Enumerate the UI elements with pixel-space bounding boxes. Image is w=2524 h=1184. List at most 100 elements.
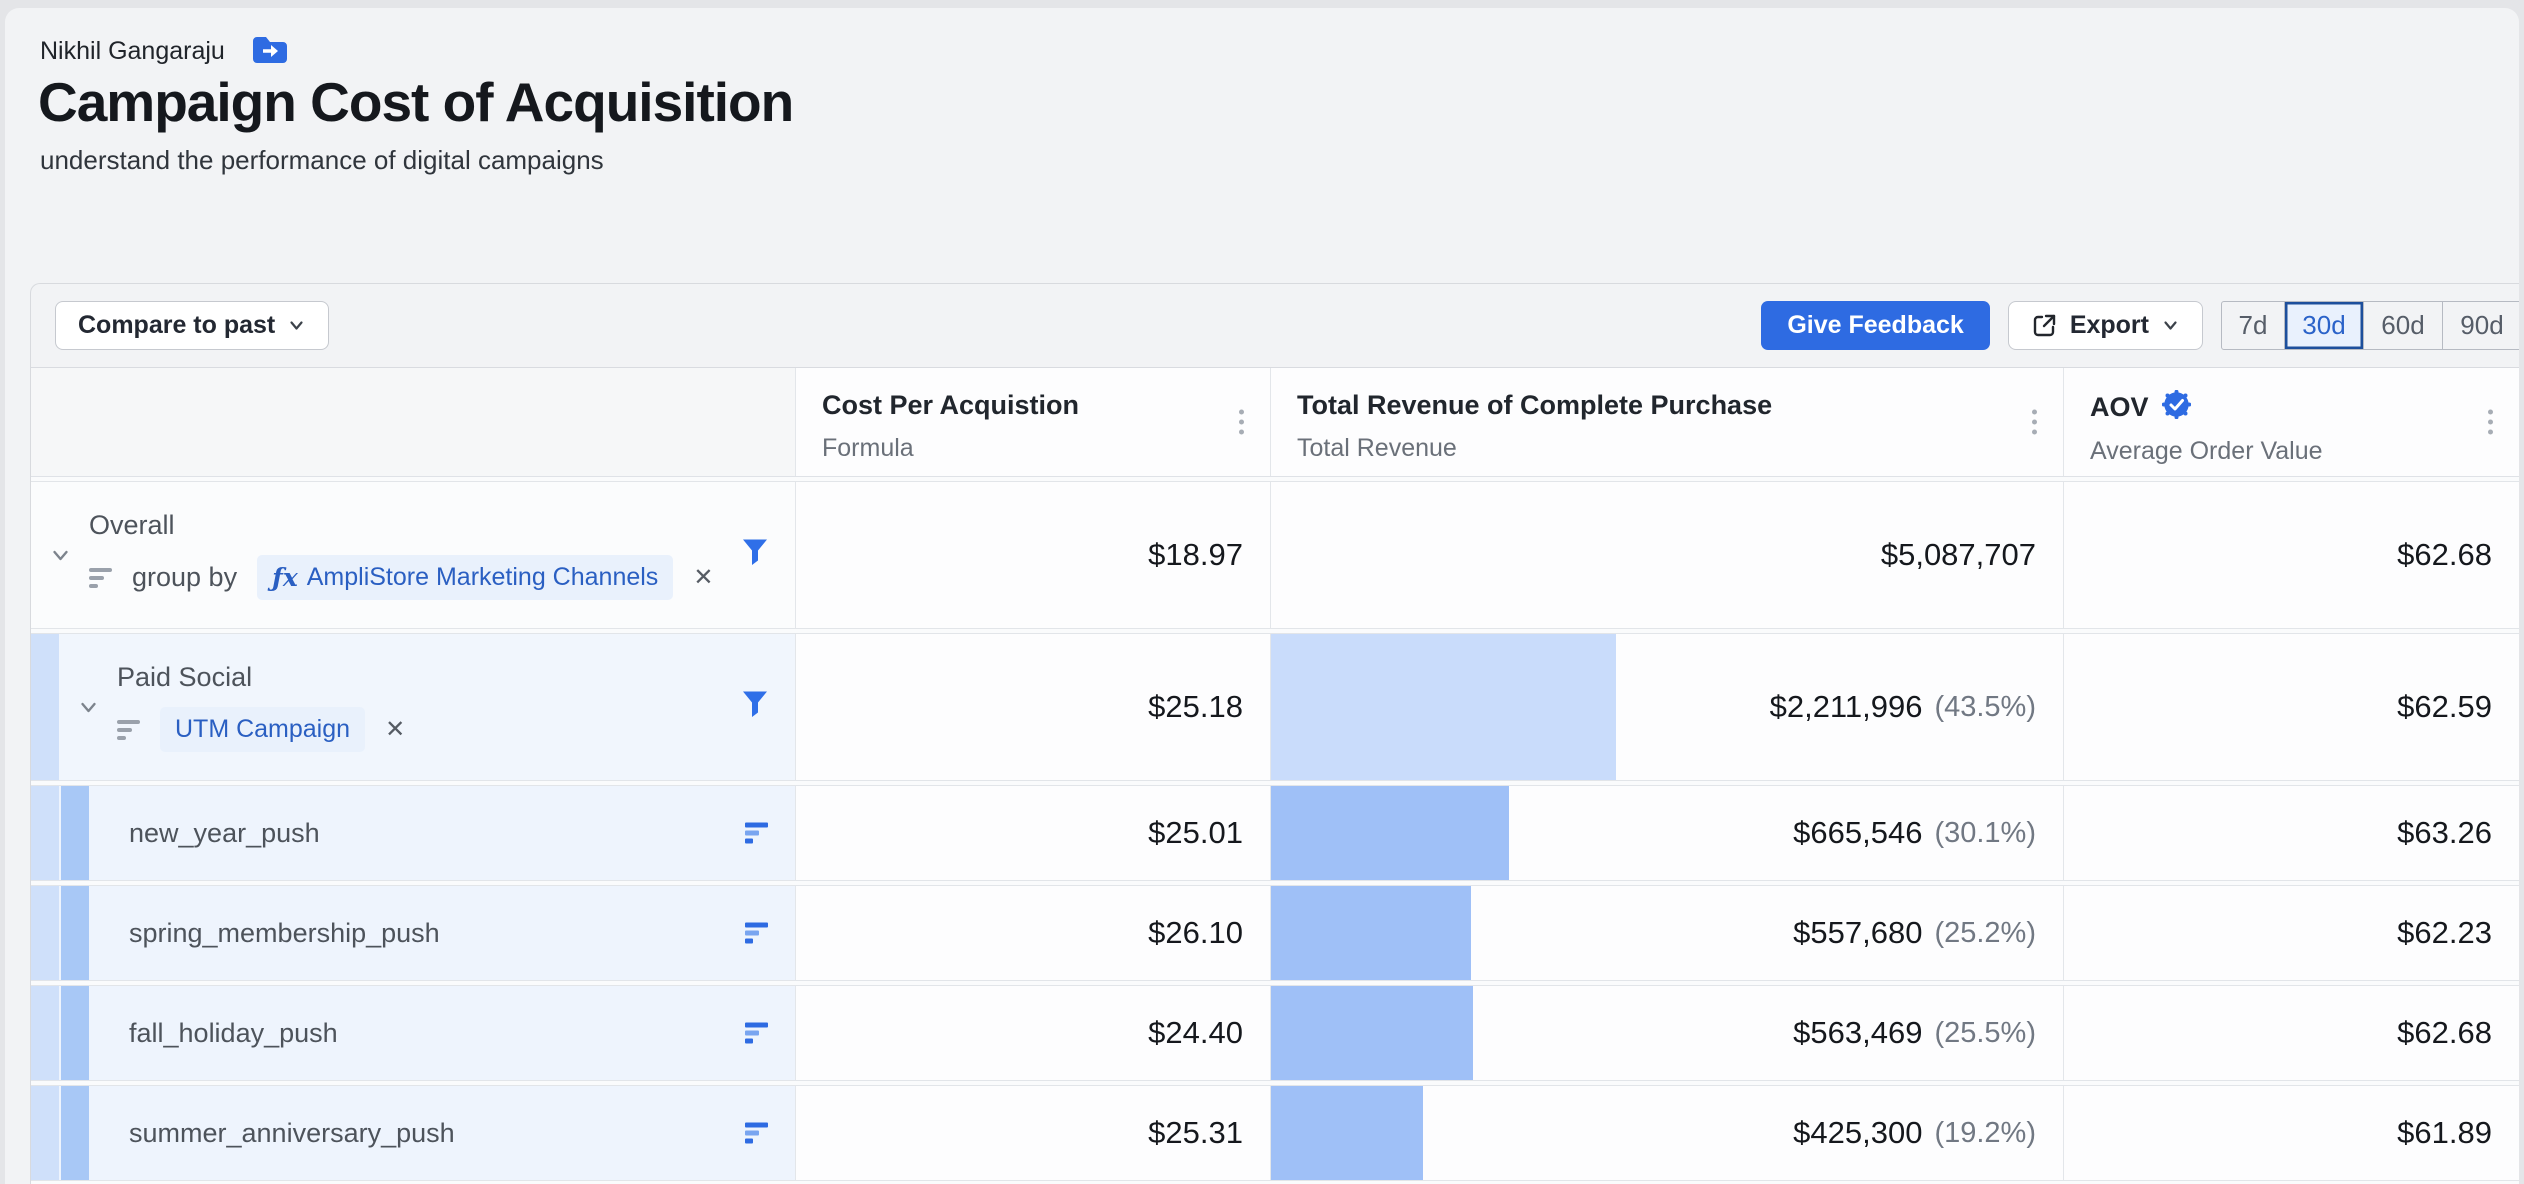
row-label-cell: summer_anniversary_push: [31, 1086, 796, 1180]
cpa-cell: $25.01: [796, 786, 1271, 880]
column-title: Total Revenue of Complete Purchase: [1297, 390, 1772, 421]
give-feedback-button[interactable]: Give Feedback: [1761, 301, 1989, 350]
row-label[interactable]: summer_anniversary_push: [31, 1118, 455, 1149]
toolbar: Compare to past Give Feedback Export 7d3…: [31, 284, 2519, 367]
kebab-menu-icon[interactable]: [2032, 410, 2037, 435]
column-title: Cost Per Acquistion: [822, 390, 1079, 421]
indent-marker: [61, 1086, 89, 1180]
time-range-option[interactable]: 60d: [2363, 302, 2442, 349]
revenue-value: $425,300: [1793, 1115, 1922, 1151]
row-label-cell: new_year_push: [31, 786, 796, 880]
row-label[interactable]: Paid Social: [117, 662, 405, 693]
revenue-bar: [1271, 786, 1509, 880]
filter-funnel-icon[interactable]: [742, 691, 768, 724]
revenue-cell: $5,087,707: [1271, 482, 2064, 628]
indent-marker: [31, 886, 59, 980]
aov-cell: $62.68: [2064, 986, 2519, 1080]
revenue-value: $2,211,996: [1770, 689, 1923, 725]
revenue-bar: [1271, 1086, 1423, 1180]
column-title: AOV: [2090, 392, 2149, 423]
compare-to-past-button[interactable]: Compare to past: [55, 301, 329, 350]
revenue-cell: $425,300 (19.2%): [1271, 1086, 2064, 1180]
column-header-revenue[interactable]: Total Revenue of Complete Purchase Total…: [1271, 368, 2064, 476]
column-header-cpa[interactable]: Cost Per Acquistion Formula: [796, 368, 1271, 476]
group-list-icon: [89, 568, 112, 588]
verified-badge-icon: [2162, 390, 2191, 424]
export-button[interactable]: Export: [2008, 301, 2203, 350]
cpa-cell: $25.31: [796, 1086, 1271, 1180]
group-by-label: group by: [132, 562, 237, 593]
revenue-value: $557,680: [1793, 915, 1922, 951]
revenue-percent: (19.2%): [1934, 1117, 2036, 1150]
revenue-bar: [1271, 634, 1616, 780]
aov-cell: $63.26: [2064, 786, 2519, 880]
move-to-folder-icon[interactable]: [251, 34, 287, 69]
fx-icon: ƒx: [272, 563, 298, 592]
cpa-cell: $25.18: [796, 634, 1271, 780]
distribution-icon[interactable]: [745, 1123, 768, 1144]
breadcrumb: Nikhil Gangaraju: [40, 34, 287, 69]
cpa-value: $18.97: [1148, 537, 1243, 573]
revenue-cell: $563,469 (25.5%): [1271, 986, 2064, 1080]
row-label-cell: spring_membership_push: [31, 886, 796, 980]
aov-cell: $61.89: [2064, 1086, 2519, 1180]
table-row: new_year_push $25.01 $665,546 (30.1%) $63…: [31, 785, 2519, 881]
column-header-aov[interactable]: AOV Ave: [2064, 368, 2519, 476]
cpa-value: $25.31: [1148, 1115, 1243, 1151]
aov-value: $62.59: [2397, 689, 2492, 725]
remove-pill-icon[interactable]: ✕: [385, 715, 405, 744]
remove-pill-icon[interactable]: ✕: [693, 563, 713, 592]
row-label[interactable]: spring_membership_push: [31, 918, 440, 949]
revenue-cell: $665,546 (30.1%): [1271, 786, 2064, 880]
page-title: Campaign Cost of Acquisition: [38, 70, 793, 134]
export-icon: [2031, 312, 2058, 339]
column-subtitle: Average Order Value: [2090, 437, 2519, 466]
time-range-option[interactable]: 30d: [2284, 302, 2363, 349]
table-header-row: Cost Per Acquistion Formula Total Revenu…: [31, 367, 2519, 477]
table-row: Paid Social UTM Campaign ✕ $25.18 $2,211…: [31, 633, 2519, 781]
group-list-icon: [117, 720, 140, 740]
revenue-percent: (43.5%): [1934, 691, 2036, 724]
property-pill[interactable]: UTM Campaign: [160, 707, 365, 752]
kebab-menu-icon[interactable]: [1239, 410, 1244, 435]
row-label-cell: Overall group by ƒx AmpliStore Marketing…: [31, 482, 796, 628]
indent-marker: [31, 634, 59, 780]
indent-marker: [61, 886, 89, 980]
indent-marker: [31, 986, 59, 1080]
property-pill[interactable]: ƒx AmpliStore Marketing Channels: [257, 555, 673, 600]
time-range-option[interactable]: 7d: [2222, 302, 2284, 349]
distribution-icon[interactable]: [745, 923, 768, 944]
aov-cell: $62.23: [2064, 886, 2519, 980]
kebab-menu-icon[interactable]: [2488, 410, 2493, 435]
distribution-icon[interactable]: [745, 1023, 768, 1044]
aov-value: $63.26: [2397, 815, 2492, 851]
revenue-value: $665,546: [1793, 815, 1922, 851]
aov-value: $62.68: [2397, 537, 2492, 573]
revenue-bar: [1271, 886, 1471, 980]
owner-name[interactable]: Nikhil Gangaraju: [40, 37, 225, 66]
page-subtitle: understand the performance of digital ca…: [40, 145, 604, 176]
cpa-value: $25.01: [1148, 815, 1243, 851]
filter-funnel-icon[interactable]: [742, 539, 768, 572]
analysis-panel: Compare to past Give Feedback Export 7d3…: [30, 283, 2519, 1184]
cpa-value: $26.10: [1148, 915, 1243, 951]
aov-value: $62.68: [2397, 1015, 2492, 1051]
row-expander-chevron-icon[interactable]: [73, 696, 103, 719]
revenue-cell: $557,680 (25.2%): [1271, 886, 2064, 980]
cpa-cell: $18.97: [796, 482, 1271, 628]
chevron-down-icon: [2161, 316, 2180, 335]
chevron-down-icon: [287, 316, 306, 335]
aov-value: $61.89: [2397, 1115, 2492, 1151]
row-label[interactable]: Overall: [89, 510, 713, 541]
row-label-cell: fall_holiday_push: [31, 986, 796, 1080]
time-range-option[interactable]: 90d: [2442, 302, 2519, 349]
table-row: spring_membership_push $26.10 $557,680 (…: [31, 885, 2519, 981]
app-window: Nikhil Gangaraju Campaign Cost of Acquis…: [5, 8, 2519, 1184]
column-subtitle: Formula: [822, 434, 1270, 463]
indent-marker: [61, 786, 89, 880]
row-expander-chevron-icon[interactable]: [45, 544, 75, 567]
header-cell-empty: [31, 368, 796, 476]
aov-cell: $62.68: [2064, 482, 2519, 628]
distribution-icon[interactable]: [745, 823, 768, 844]
table-body: Overall group by ƒx AmpliStore Marketing…: [31, 477, 2519, 1184]
